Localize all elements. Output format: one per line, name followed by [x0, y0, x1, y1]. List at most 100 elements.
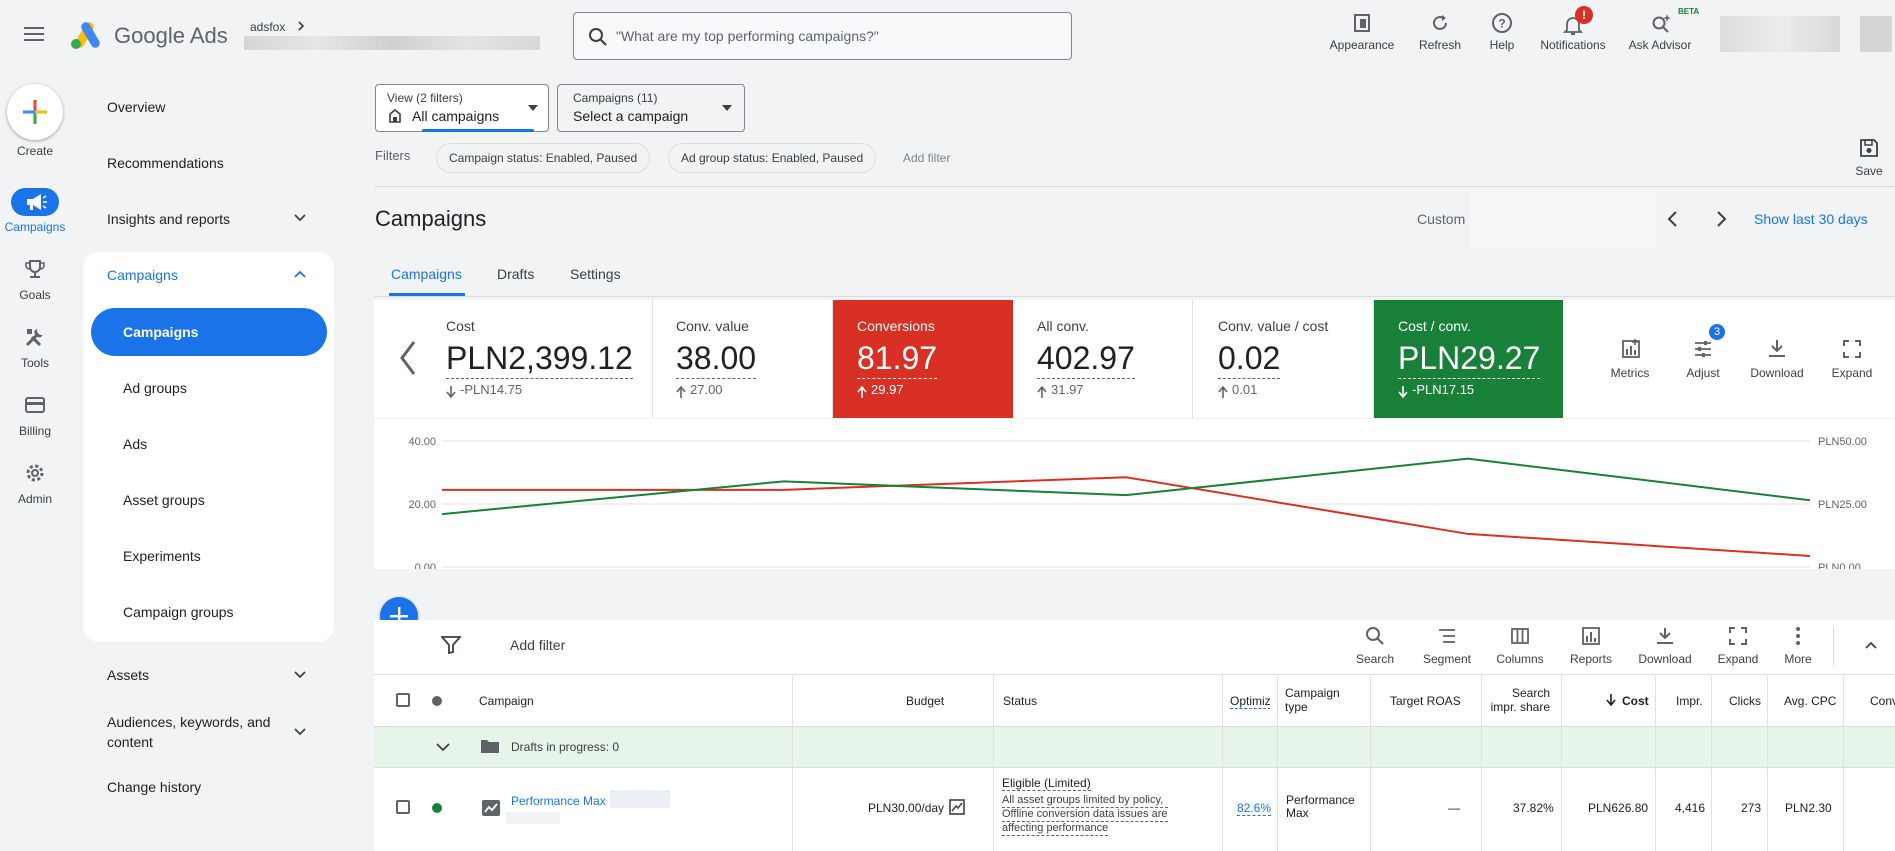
nav-change-history[interactable]: Change history: [107, 779, 201, 795]
campaign-selector[interactable]: Campaigns (11) Select a campaign: [557, 84, 745, 132]
scorecard-cost[interactable]: Cost PLN2,399.12 -PLN14.75: [424, 300, 653, 418]
status-enabled-dot[interactable]: [432, 803, 442, 813]
search-box[interactable]: "What are my top performing campaigns?": [573, 12, 1072, 60]
col-status[interactable]: Status: [1003, 676, 1037, 726]
ask-advisor-button[interactable]: BETA Ask Advisor: [1618, 7, 1702, 54]
col-optimization[interactable]: Optimiz: [1230, 676, 1270, 726]
menu-icon[interactable]: [24, 26, 44, 42]
rail-item-campaigns[interactable]: Campaigns: [0, 188, 70, 240]
chevron-down-icon[interactable]: [293, 213, 307, 223]
add-filter-link[interactable]: Add filter: [903, 151, 950, 165]
previous-period-icon[interactable]: [1666, 210, 1680, 228]
help-button[interactable]: ? Help: [1476, 10, 1528, 54]
col-avg-cpc[interactable]: Avg. CPC: [1784, 676, 1836, 726]
nav-audiences[interactable]: Audiences, keywords, and content: [107, 712, 270, 752]
table-add-filter[interactable]: Add filter: [510, 637, 565, 653]
select-all-checkbox[interactable]: [396, 693, 410, 707]
campaign-name-link[interactable]: Performance Max: [511, 794, 606, 808]
budget-value[interactable]: PLN30.00/day: [868, 801, 944, 815]
nav-insights[interactable]: Insights and reports: [107, 211, 230, 227]
nav-overview[interactable]: Overview: [107, 99, 165, 115]
chart-right-tick: PLN25.00: [1818, 499, 1867, 511]
col-conv[interactable]: Conv: [1870, 676, 1895, 726]
row-checkbox[interactable]: [396, 800, 410, 814]
notifications-button[interactable]: ! Notifications: [1528, 6, 1618, 54]
nav-sub-experiments[interactable]: Experiments: [123, 548, 201, 564]
col-campaign[interactable]: Campaign: [479, 676, 534, 726]
tab-drafts[interactable]: Drafts: [497, 266, 534, 282]
refresh-button[interactable]: Refresh: [1404, 10, 1476, 54]
table-search-button[interactable]: Search: [1340, 626, 1410, 670]
folder-icon: [480, 738, 500, 754]
nav-recommendations[interactable]: Recommendations: [107, 155, 224, 171]
scorecard-prev-icon[interactable]: [398, 340, 418, 376]
view-selector[interactable]: View (2 filters) All campaigns: [375, 84, 549, 132]
filter-chip-campaign-status[interactable]: Campaign status: Enabled, Paused: [436, 143, 651, 173]
create-button[interactable]: [7, 84, 63, 140]
col-clicks[interactable]: Clicks: [1729, 676, 1761, 726]
tab-campaigns[interactable]: Campaigns: [391, 266, 462, 282]
nav-assets[interactable]: Assets: [107, 667, 149, 683]
filters-label: Filters: [375, 148, 411, 163]
collapse-chart-icon[interactable]: [1864, 640, 1878, 650]
nav-sub-asset-groups[interactable]: Asset groups: [123, 492, 205, 508]
page-title: Campaigns: [375, 206, 487, 231]
filter-funnel-icon[interactable]: [441, 636, 461, 654]
nav-sub-ads[interactable]: Ads: [123, 436, 147, 452]
columns-button[interactable]: Columns: [1485, 626, 1555, 670]
scorecard-cost-per-conv[interactable]: Cost / conv. PLN29.27 -PLN17.15: [1374, 300, 1563, 418]
optimization-score-link[interactable]: 82.6%: [1237, 801, 1272, 816]
table-download-button[interactable]: Download: [1630, 626, 1700, 670]
rail-item-billing[interactable]: Billing: [0, 394, 70, 446]
date-range-redacted[interactable]: [1470, 190, 1656, 248]
rail-item-tools[interactable]: Tools: [0, 326, 70, 378]
chevron-down-icon[interactable]: [293, 727, 307, 737]
status-detail[interactable]: All asset groups limited by policy, Offl…: [1002, 794, 1168, 836]
nav-campaigns-group[interactable]: Campaigns: [107, 267, 178, 283]
chart-series-line-1[interactable]: [442, 476, 1811, 557]
tab-settings[interactable]: Settings: [570, 266, 621, 282]
col-search-impr-share[interactable]: Search impr. share: [1488, 676, 1550, 726]
scorecard-conv-value[interactable]: Conv. value 38.00 27.00: [653, 300, 833, 418]
col-impr[interactable]: Impr.: [1676, 676, 1703, 726]
metrics-button[interactable]: Metrics: [1595, 338, 1665, 382]
filter-chip-ad-group-status[interactable]: Ad group status: Enabled, Paused: [668, 143, 877, 173]
chevron-down-icon[interactable]: [435, 742, 451, 752]
col-campaign-type[interactable]: Campaign type: [1285, 676, 1340, 726]
chevron-up-icon[interactable]: [293, 269, 307, 279]
download-button[interactable]: Download: [1742, 338, 1812, 382]
scorecard-conv-value-cost[interactable]: Conv. value / cost 0.02 0.01: [1193, 300, 1374, 418]
nav-sub-ad-groups[interactable]: Ad groups: [123, 380, 187, 396]
google-ads-logo-icon[interactable]: [70, 20, 102, 50]
col-cost[interactable]: Cost: [1622, 676, 1649, 726]
col-budget[interactable]: Budget: [906, 676, 944, 726]
rail-label-campaigns: Campaigns: [4, 220, 66, 234]
scorecard-value: 81.97: [857, 338, 938, 379]
nav-sub-campaign-groups[interactable]: Campaign groups: [123, 604, 234, 620]
next-period-icon[interactable]: [1714, 210, 1728, 228]
nav-sub-campaigns[interactable]: Campaigns: [91, 308, 327, 356]
chevron-down-icon[interactable]: [293, 670, 307, 680]
rail-item-goals[interactable]: Goals: [0, 258, 70, 310]
show-last-30-days-link[interactable]: Show last 30 days: [1754, 211, 1868, 227]
drafts-row-label: Drafts in progress: 0: [511, 740, 620, 754]
scorecard-conversions[interactable]: Conversions 81.97 29.97: [833, 300, 1013, 418]
avatar[interactable]: [1860, 16, 1892, 52]
expand-button[interactable]: Expand: [1817, 338, 1887, 382]
rail-item-admin[interactable]: Admin: [0, 462, 70, 514]
segment-button[interactable]: Segment: [1412, 626, 1482, 670]
account-switcher-redacted[interactable]: [1720, 16, 1840, 52]
account-label[interactable]: adsfox: [250, 20, 285, 34]
col-target-roas[interactable]: Target ROAS: [1390, 676, 1461, 726]
budget-chart-icon[interactable]: [949, 799, 965, 815]
save-button[interactable]: Save: [1844, 136, 1894, 186]
date-range-label[interactable]: Custom: [1417, 211, 1465, 227]
adjust-button[interactable]: 3 Adjust: [1668, 324, 1738, 382]
status-title[interactable]: Eligible (Limited): [1002, 776, 1091, 791]
more-button[interactable]: More: [1763, 626, 1833, 670]
scorecard-all-conv[interactable]: All conv. 402.97 31.97: [1013, 300, 1193, 418]
reports-button[interactable]: Reports: [1556, 626, 1626, 670]
appearance-button[interactable]: Appearance: [1320, 10, 1404, 54]
chart-series-line-2[interactable]: [441, 457, 1811, 516]
chevron-right-icon[interactable]: [296, 20, 306, 32]
